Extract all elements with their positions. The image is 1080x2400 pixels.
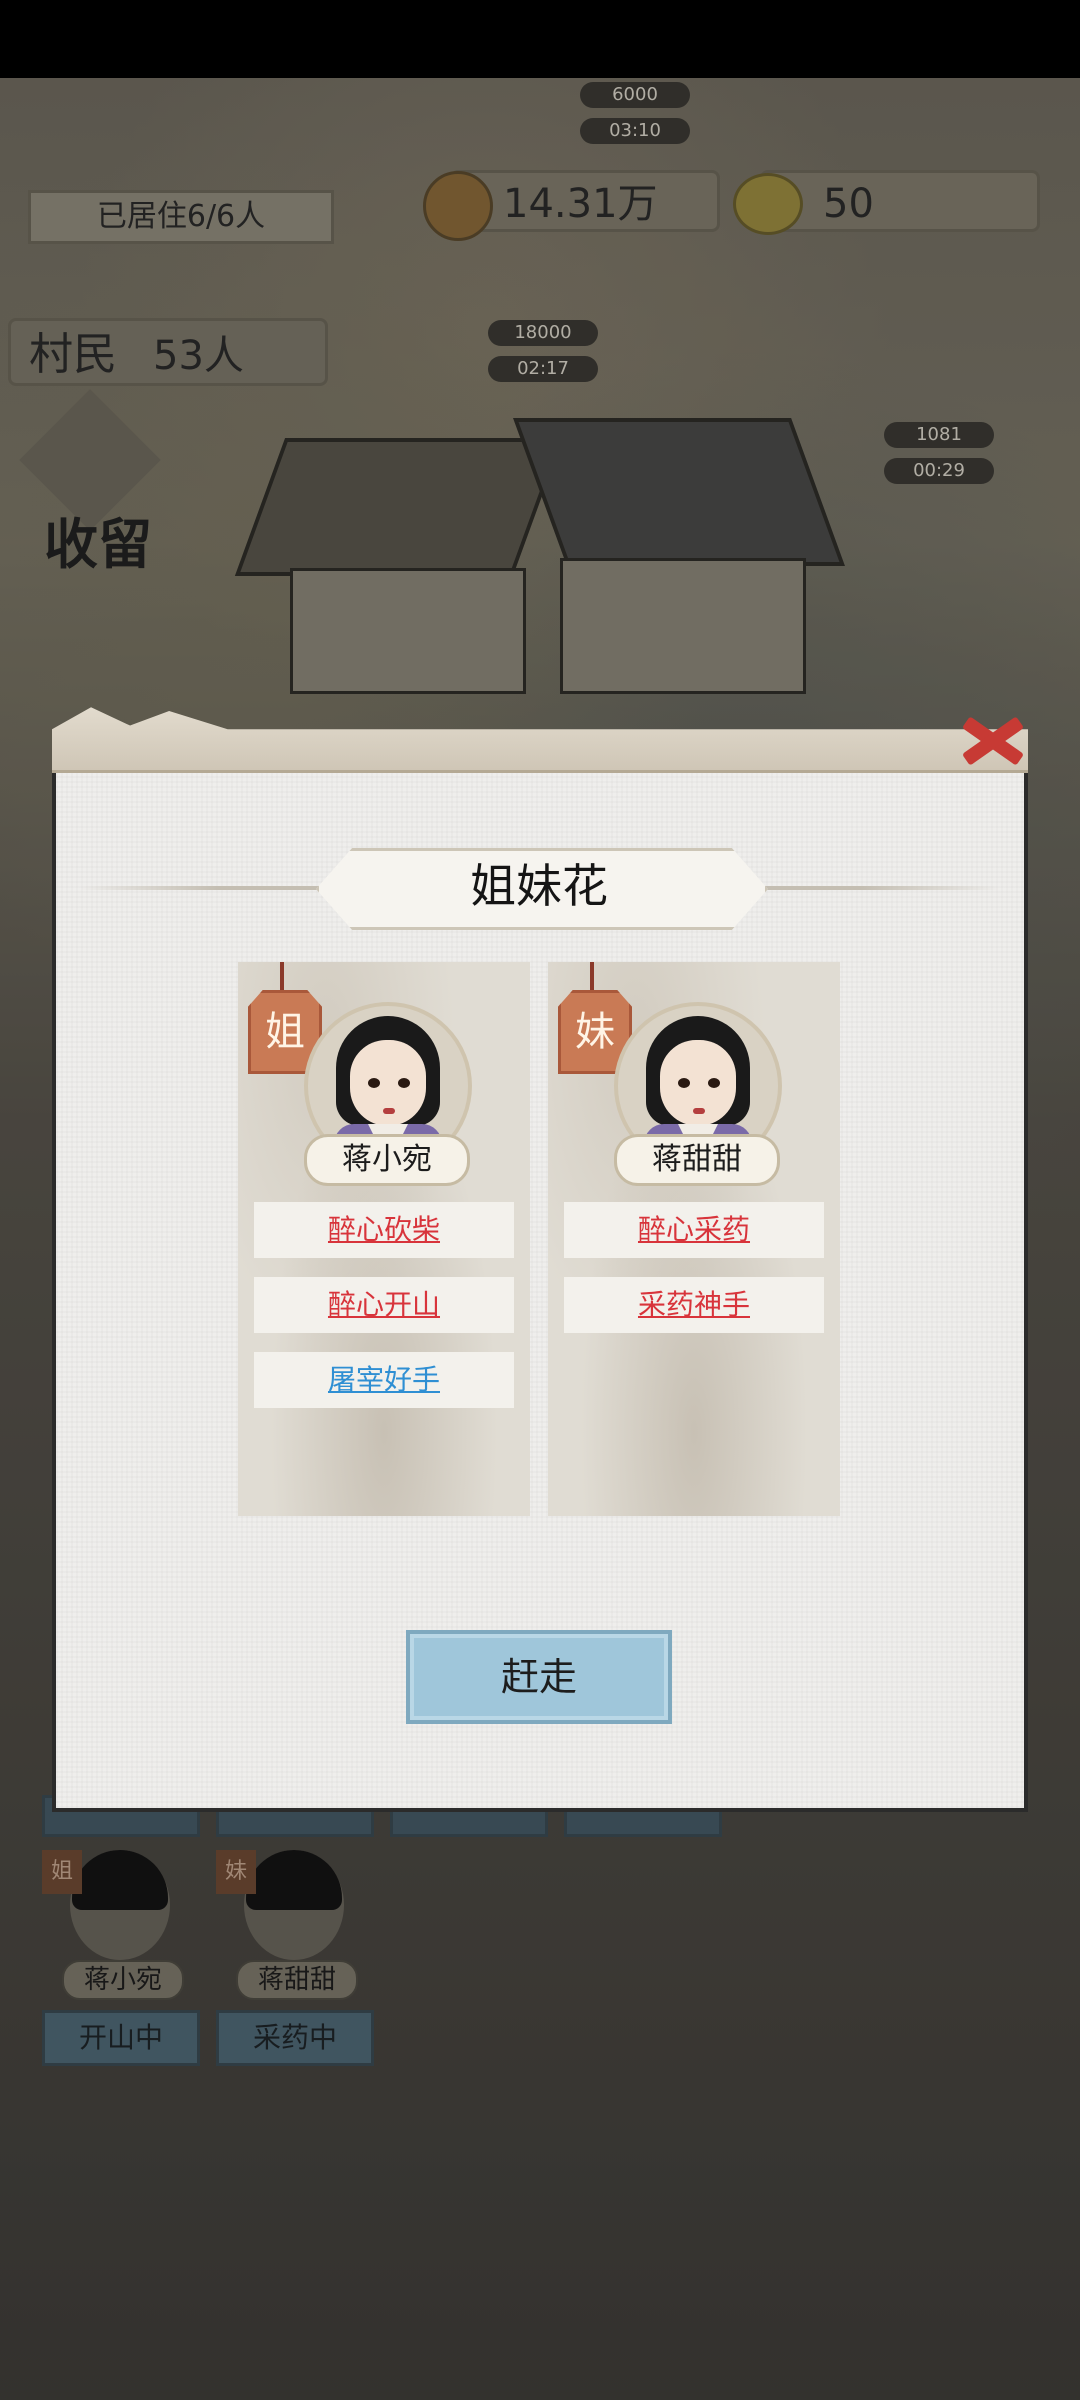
dialog-title: 姐妹花 xyxy=(470,859,608,913)
portrait-eye xyxy=(678,1078,690,1088)
skill-link[interactable]: 醉心采药 xyxy=(564,1202,824,1258)
portrait-eye xyxy=(398,1078,410,1088)
status-bar xyxy=(0,0,1080,78)
sisters-dialog: 姐妹花 姐 蒋小宛 醉心砍柴 醉心开山 屠宰好手 妹 蒋甜甜 醉心采药 采药神手… xyxy=(52,700,1028,1812)
expel-button[interactable]: 赶走 xyxy=(406,1630,672,1724)
dialog-header-band xyxy=(52,707,1028,773)
portrait-eye xyxy=(708,1078,720,1088)
close-icon[interactable] xyxy=(952,700,1032,780)
tag-string xyxy=(280,962,284,992)
portrait-lip xyxy=(383,1108,395,1114)
skill-link[interactable]: 醉心砍柴 xyxy=(254,1202,514,1258)
skill-link[interactable]: 采药神手 xyxy=(564,1277,824,1333)
character-card-younger: 妹 蒋甜甜 醉心采药 采药神手 xyxy=(548,962,840,1516)
character-card-elder: 姐 蒋小宛 醉心砍柴 醉心开山 屠宰好手 xyxy=(238,962,530,1516)
character-name: 蒋小宛 xyxy=(304,1134,470,1186)
skill-link[interactable]: 醉心开山 xyxy=(254,1277,514,1333)
skill-link[interactable]: 屠宰好手 xyxy=(254,1352,514,1408)
character-name: 蒋甜甜 xyxy=(614,1134,780,1186)
portrait-lip xyxy=(693,1108,705,1114)
dialog-title-bar: 姐妹花 xyxy=(80,848,1000,930)
portrait-eye xyxy=(368,1078,380,1088)
tag-string xyxy=(590,962,594,992)
